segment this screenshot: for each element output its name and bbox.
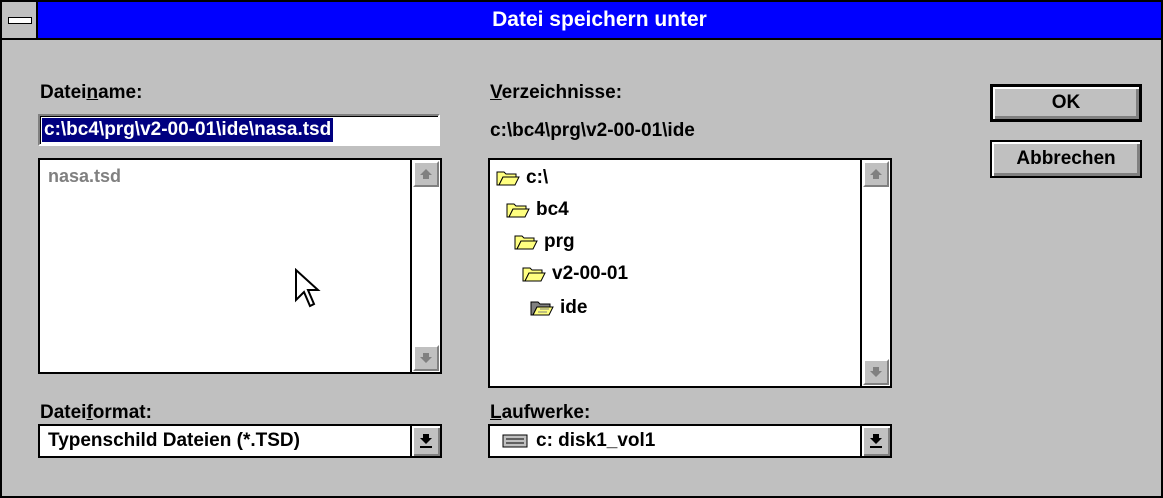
- mouse-pointer-icon: [295, 268, 321, 308]
- file-list-item[interactable]: nasa.tsd: [48, 166, 121, 187]
- open-folder-icon: [514, 235, 538, 250]
- current-path: c:\bc4\prg\v2-00-01\ide: [490, 120, 695, 141]
- hard-drive-icon: [502, 434, 528, 448]
- scroll-up-button[interactable]: [413, 161, 439, 187]
- fileformat-selected: Typenschild Dateien (*.TSD): [48, 430, 300, 451]
- directory-item-label: prg: [544, 231, 575, 252]
- fileformat-dropdown[interactable]: Typenschild Dateien (*.TSD): [38, 424, 442, 458]
- title-bar[interactable]: Datei speichern unter: [2, 2, 1161, 40]
- filename-input-value: c:\bc4\prg\v2-00-01\ide\nasa.tsd: [42, 118, 334, 142]
- open-folder-current-icon: [530, 301, 554, 316]
- fileformat-dropdown-button[interactable]: [410, 426, 440, 456]
- directory-item[interactable]: c:\: [496, 164, 548, 192]
- fileformat-label: Dateiformat:: [40, 402, 152, 423]
- drives-label: Laufwerke:: [490, 402, 591, 423]
- scroll-up-button[interactable]: [863, 161, 889, 187]
- directory-item-label: ide: [560, 297, 588, 318]
- scroll-down-button[interactable]: [413, 345, 439, 371]
- directory-list-scrollbar[interactable]: [860, 160, 890, 386]
- dropdown-arrow-icon: [420, 434, 432, 448]
- arrow-down-icon: [870, 367, 882, 377]
- directories-label: Verzeichnisse:: [490, 82, 623, 103]
- drives-dropdown-button[interactable]: [860, 426, 890, 456]
- directory-item[interactable]: v2-00-01: [522, 260, 628, 288]
- system-menu-button[interactable]: [2, 2, 38, 38]
- open-folder-icon: [496, 171, 520, 186]
- open-folder-icon: [506, 203, 530, 218]
- arrow-down-icon: [420, 353, 432, 363]
- arrow-up-icon: [870, 169, 882, 179]
- directory-item[interactable]: prg: [514, 228, 575, 256]
- arrow-up-icon: [420, 169, 432, 179]
- directory-item-label: v2-00-01: [552, 263, 629, 284]
- drives-selected-row: c: disk1_vol1: [502, 426, 655, 456]
- open-folder-icon: [522, 267, 546, 282]
- directory-item-label: bc4: [536, 199, 569, 220]
- drives-dropdown[interactable]: c: disk1_vol1: [488, 424, 892, 458]
- file-list-scrollbar[interactable]: [410, 160, 440, 372]
- scroll-down-button[interactable]: [863, 359, 889, 385]
- directory-item-selected[interactable]: ide: [530, 294, 587, 322]
- dropdown-arrow-icon: [870, 434, 882, 448]
- drives-selected: c: disk1_vol1: [536, 430, 656, 451]
- dialog-title: Datei speichern unter: [492, 8, 707, 31]
- directory-list[interactable]: c:\ bc4 prg v2-00-01 ide: [488, 158, 892, 388]
- filename-input[interactable]: c:\bc4\prg\v2-00-01\ide\nasa.tsd: [38, 114, 440, 146]
- filename-label: Dateiname:: [40, 82, 143, 103]
- save-as-dialog: Datei speichern unter Dateiname: c:\bc4\…: [0, 0, 1163, 498]
- cancel-button[interactable]: Abbrechen: [990, 140, 1142, 178]
- system-menu-icon: [8, 17, 32, 24]
- directory-item-label: c:\: [526, 167, 549, 188]
- ok-button[interactable]: OK: [990, 84, 1142, 122]
- file-list[interactable]: nasa.tsd: [38, 158, 442, 374]
- directory-item[interactable]: bc4: [506, 196, 569, 224]
